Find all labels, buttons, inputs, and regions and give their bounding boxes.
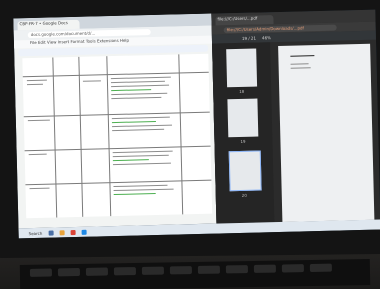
keyboard-key (113, 267, 136, 276)
pdf-text (290, 63, 309, 66)
keyboard-key (85, 267, 108, 276)
cell-text (112, 159, 149, 162)
cell-text (26, 79, 47, 82)
table-col-line (106, 56, 112, 217)
thumb-number: 18 (239, 88, 245, 94)
chrome-icon[interactable] (70, 229, 76, 235)
keyboard-key (281, 264, 304, 273)
table-col-line (178, 54, 184, 215)
pdf-page-counter[interactable]: 19 / 21 (242, 36, 256, 41)
table-row-line (25, 179, 212, 186)
pdf-page-view (278, 43, 375, 222)
cell-text (112, 162, 171, 166)
cell-text (29, 187, 50, 190)
cell-text (111, 116, 170, 120)
cell-text (113, 193, 156, 196)
keyboard-key (197, 265, 220, 274)
pdf-thumbnail-panel: 18 19 20 (212, 42, 275, 224)
start-icon[interactable] (48, 230, 54, 236)
table-row-line (24, 145, 211, 152)
docs-window: CBP-FR-7 • Google Docs docs.google.com/d… (13, 13, 217, 229)
cell-text (26, 83, 44, 86)
cell-text (111, 121, 156, 124)
keyboard-key (29, 268, 53, 277)
cell-text (28, 153, 47, 156)
cell-text (27, 119, 50, 122)
pdf-tab[interactable]: file:///C:/Users/...pdf (215, 15, 274, 26)
edge-icon[interactable] (81, 229, 87, 235)
table-col-line (52, 57, 58, 218)
pdf-zoom[interactable]: 46% (262, 35, 271, 40)
laptop-keyboard (19, 258, 371, 289)
cell-text (113, 188, 174, 192)
keyboard-key (169, 266, 192, 275)
file-explorer-icon[interactable] (59, 229, 65, 235)
pdf-thumbnail[interactable] (226, 48, 258, 88)
cell-text (112, 128, 165, 132)
pdf-text (290, 55, 315, 58)
table-row-line (23, 111, 210, 118)
thumb-number: 19 (240, 138, 246, 144)
cell-text (112, 154, 169, 158)
docs-tab[interactable]: CBP-FR-7 • Google Docs (17, 19, 80, 31)
keyboard-key (57, 268, 81, 277)
cell-text (112, 150, 173, 154)
cell-text (110, 76, 171, 80)
cell-text (110, 80, 165, 84)
cell-text (111, 84, 170, 88)
cell-text (112, 124, 173, 128)
laptop-screen: CBP-FR-7 • Google Docs docs.google.com/d… (13, 9, 380, 239)
cell-text (113, 184, 168, 188)
pdf-window: file:///C:/Users/...pdf file:///C:/Users… (211, 9, 380, 224)
keyboard-key (309, 263, 332, 272)
table-row-line (22, 71, 209, 78)
cell-text (111, 96, 162, 100)
thumb-number: 20 (241, 192, 247, 198)
keyboard-key (225, 265, 248, 274)
cell-text (111, 92, 168, 96)
cell-text (111, 89, 152, 92)
pdf-thumbnail[interactable] (227, 98, 259, 138)
search-label[interactable]: Search (29, 230, 43, 235)
pdf-thumbnail-selected[interactable] (228, 150, 262, 192)
docs-table-page (22, 53, 213, 219)
pdf-text (290, 67, 311, 70)
keyboard-key (253, 264, 276, 273)
keyboard-key (141, 266, 164, 275)
photo-scene: CBP-FR-7 • Google Docs docs.google.com/d… (0, 0, 380, 289)
cell-text (82, 80, 101, 83)
